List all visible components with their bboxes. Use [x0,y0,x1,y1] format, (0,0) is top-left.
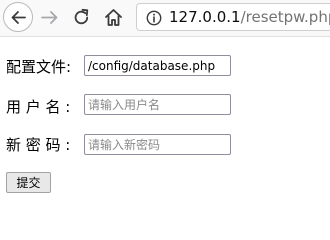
url-path: /resetpw.php [240,8,330,26]
new-password-input[interactable] [84,134,231,155]
url-text[interactable]: 127.0.0.1/resetpw.php [169,8,330,26]
url-host: 127.0.0.1 [169,8,241,26]
back-button[interactable] [3,2,33,32]
reload-icon[interactable] [72,8,91,27]
config-file-label: 配置文件: [6,58,72,76]
username-input[interactable] [84,94,231,115]
browser-toolbar: 127.0.0.1/resetpw.php [0,0,330,37]
back-arrow-icon [11,11,26,24]
forward-arrow-icon[interactable] [40,8,59,27]
site-info-icon[interactable] [146,10,162,26]
username-label: 用 户 名 : [6,98,71,116]
submit-button[interactable]: 提交 [6,172,51,193]
home-icon[interactable] [104,8,123,27]
url-bar[interactable]: 127.0.0.1/resetpw.php [136,3,330,31]
new-password-label: 新 密 码 : [6,136,71,154]
config-file-input[interactable] [84,55,231,76]
